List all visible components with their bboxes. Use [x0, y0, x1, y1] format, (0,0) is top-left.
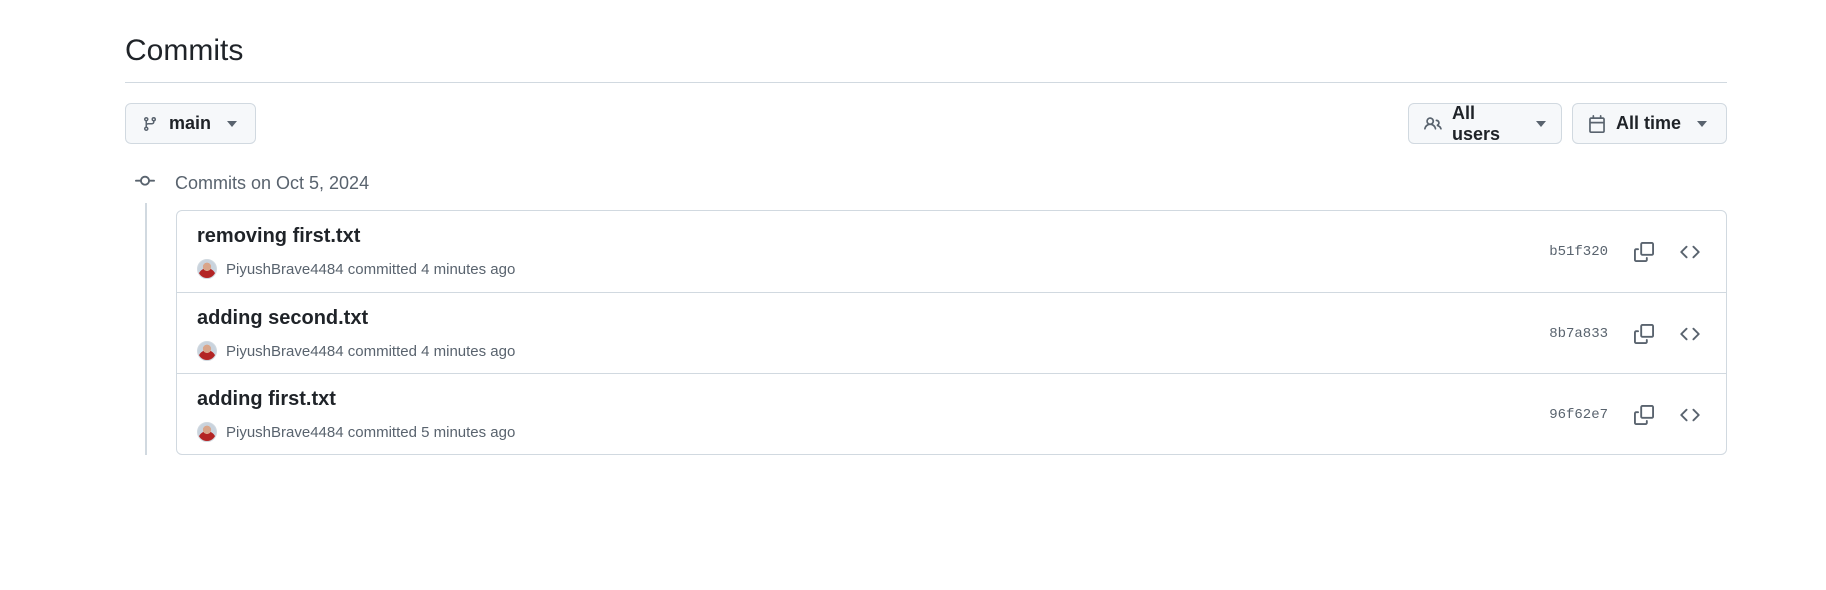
calendar-icon: [1588, 114, 1606, 133]
git-commit-icon: [135, 171, 155, 196]
browse-repo-button[interactable]: [1674, 318, 1706, 350]
time-filter-label: All time: [1616, 113, 1682, 133]
commit-action: committed: [347, 342, 417, 360]
commit-actions: b51f320: [1549, 211, 1706, 292]
commit-meta: PiyushBrave4484 committed 4 minutes ago: [197, 258, 515, 280]
copy-icon: [1634, 404, 1654, 425]
git-branch-icon: [141, 115, 159, 133]
commit-list: removing first.txt PiyushBrave4484 commi…: [176, 210, 1727, 455]
commit-message-link[interactable]: removing first.txt: [197, 225, 360, 248]
time-filter-button[interactable]: All time: [1572, 103, 1727, 144]
commit-time: 5 minutes ago: [421, 423, 516, 441]
copy-sha-button[interactable]: [1628, 318, 1660, 350]
copy-icon: [1634, 241, 1654, 262]
commit-sha-link[interactable]: 96f62e7: [1549, 407, 1608, 423]
people-icon: [1424, 115, 1442, 133]
commit-row: adding second.txt PiyushBrave4484 commit…: [177, 292, 1726, 373]
code-icon: [1680, 327, 1700, 340]
branch-select-button[interactable]: main: [125, 103, 256, 144]
code-icon: [1680, 245, 1700, 258]
commit-author-link[interactable]: PiyushBrave4484: [226, 261, 344, 278]
title-divider: [125, 82, 1727, 83]
commit-message-link[interactable]: adding second.txt: [197, 307, 368, 330]
commit-meta: PiyushBrave4484 committed 4 minutes ago: [197, 340, 515, 362]
users-filter-label: All users: [1452, 102, 1501, 144]
commit-actions: 8b7a833: [1549, 293, 1706, 374]
commit-sha-link[interactable]: b51f320: [1549, 244, 1608, 260]
code-icon: [1680, 408, 1700, 421]
commit-sha-link[interactable]: 8b7a833: [1549, 326, 1608, 342]
avatar[interactable]: [197, 422, 217, 442]
chevron-down-icon: [1536, 120, 1546, 127]
commit-author-link[interactable]: PiyushBrave4484: [226, 424, 344, 441]
commit-action: committed: [347, 423, 417, 441]
commits-page: Commits main All users All time Commits …: [125, 0, 1727, 590]
timeline-line: [145, 203, 147, 455]
users-filter-button[interactable]: All users: [1408, 103, 1562, 144]
commit-day-header: Commits on Oct 5, 2024: [135, 170, 369, 196]
commit-author-link[interactable]: PiyushBrave4484: [226, 343, 344, 360]
browse-repo-button[interactable]: [1674, 236, 1706, 268]
page-title: Commits: [125, 34, 244, 67]
commit-action: committed: [347, 260, 417, 278]
avatar[interactable]: [197, 259, 217, 279]
chevron-down-icon: [1697, 120, 1708, 127]
commit-message-link[interactable]: adding first.txt: [197, 388, 336, 411]
chevron-down-icon: [227, 120, 238, 127]
commit-actions: 96f62e7: [1549, 374, 1706, 454]
commit-row: removing first.txt PiyushBrave4484 commi…: [177, 211, 1726, 292]
commit-row: adding first.txt PiyushBrave4484 committ…: [177, 373, 1726, 454]
commit-time: 4 minutes ago: [421, 260, 516, 278]
commit-time: 4 minutes ago: [421, 342, 516, 360]
commit-meta: PiyushBrave4484 committed 5 minutes ago: [197, 421, 515, 443]
browse-repo-button[interactable]: [1674, 399, 1706, 431]
commit-day-label: Commits on Oct 5, 2024: [175, 172, 370, 193]
copy-sha-button[interactable]: [1628, 399, 1660, 431]
copy-sha-button[interactable]: [1628, 236, 1660, 268]
avatar[interactable]: [197, 341, 217, 361]
branch-label: main: [169, 113, 212, 133]
copy-icon: [1634, 323, 1654, 344]
